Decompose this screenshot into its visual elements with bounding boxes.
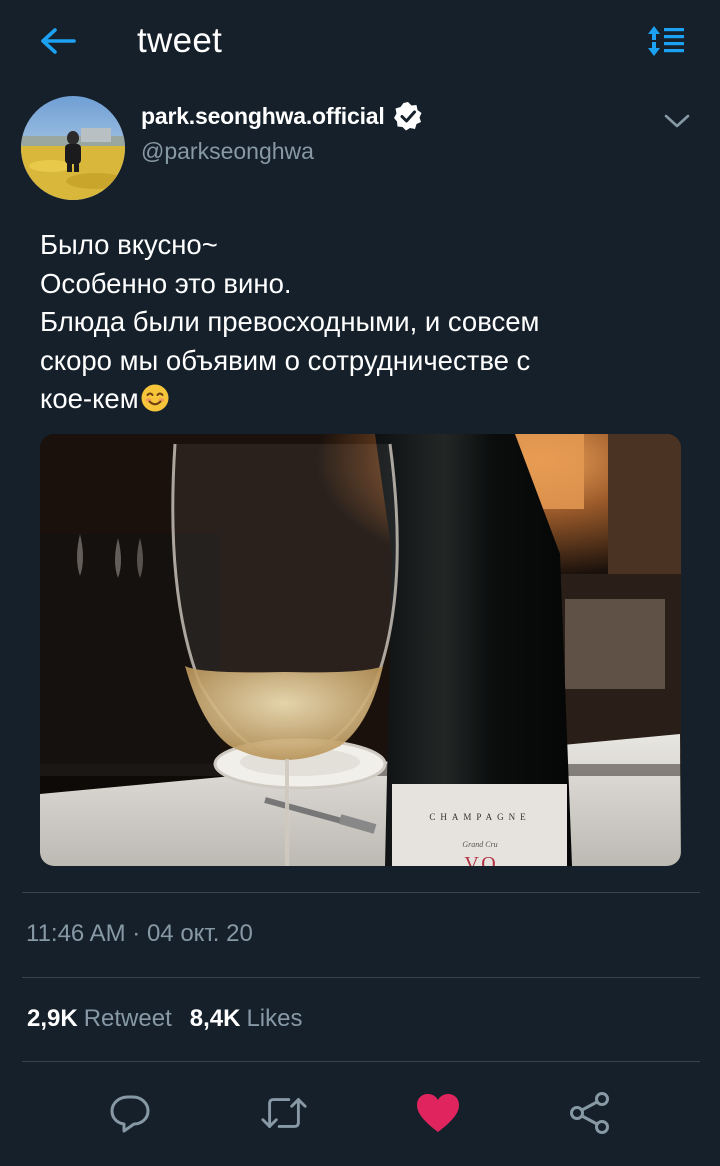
verified-badge-icon bbox=[393, 101, 423, 131]
back-button[interactable] bbox=[34, 20, 82, 62]
tweet-line: Было вкусно~ bbox=[40, 229, 218, 260]
divider bbox=[22, 892, 700, 893]
arrow-left-icon bbox=[41, 28, 76, 54]
tweet-line: Особенно это вино. bbox=[40, 267, 292, 299]
page-title: tweet bbox=[137, 21, 223, 60]
retweet-icon bbox=[261, 1098, 307, 1128]
display-name[interactable]: park.seonghwa.official bbox=[141, 103, 385, 130]
heart-icon bbox=[417, 1094, 459, 1132]
retweet-count[interactable]: 2,9K bbox=[27, 1005, 78, 1033]
like-label[interactable]: Likes bbox=[246, 1005, 302, 1033]
retweet-button[interactable] bbox=[260, 1091, 308, 1135]
tweet-timestamp: 11:46 AM · 04 окт. 20 bbox=[26, 920, 253, 947]
chevron-down-icon bbox=[664, 114, 690, 128]
divider bbox=[22, 1061, 700, 1062]
bottle-mark: V.O bbox=[464, 853, 495, 866]
tweet-line-last: кое-кем bbox=[40, 380, 690, 419]
top-bar: tweet bbox=[0, 0, 720, 86]
user-handle[interactable]: @parkseonghwa bbox=[141, 138, 314, 165]
reply-icon bbox=[110, 1095, 150, 1133]
author-name-row[interactable]: park.seonghwa.official bbox=[141, 98, 423, 134]
sort-button[interactable] bbox=[642, 20, 690, 62]
like-count[interactable]: 8,4K bbox=[190, 1005, 241, 1033]
divider bbox=[22, 977, 700, 978]
bottle-label: CHAMPAGNE bbox=[429, 812, 530, 822]
tweet-line: кое-кем bbox=[40, 383, 139, 414]
share-button[interactable] bbox=[566, 1091, 614, 1135]
retweet-label[interactable]: Retweet bbox=[84, 1005, 172, 1033]
tweet-text: Было вкусно~ Особенно это вино. Блюда бы… bbox=[40, 226, 690, 419]
smiling-face-icon bbox=[140, 383, 170, 413]
tweet-line: скоро мы объявим о сотрудничестве с bbox=[40, 344, 531, 376]
like-button[interactable] bbox=[414, 1091, 462, 1135]
tweet-photo[interactable]: CHAMPAGNE Grand Cru V.O bbox=[40, 434, 681, 866]
bottle-sublabel: Grand Cru bbox=[462, 840, 497, 849]
engagement-stats: 2,9K Retweet 8,4K Likes bbox=[27, 1005, 320, 1033]
more-options-button[interactable] bbox=[660, 104, 694, 138]
sort-icon bbox=[648, 26, 684, 56]
tweet-detail-screen: tweet park.seonghwa.official @parkseongh… bbox=[0, 0, 720, 1166]
action-bar bbox=[0, 1085, 720, 1141]
avatar[interactable] bbox=[21, 96, 125, 200]
reply-button[interactable] bbox=[106, 1091, 154, 1135]
share-icon bbox=[570, 1092, 609, 1134]
tweet-line: Блюда были превосходными, и совсем bbox=[40, 306, 540, 337]
